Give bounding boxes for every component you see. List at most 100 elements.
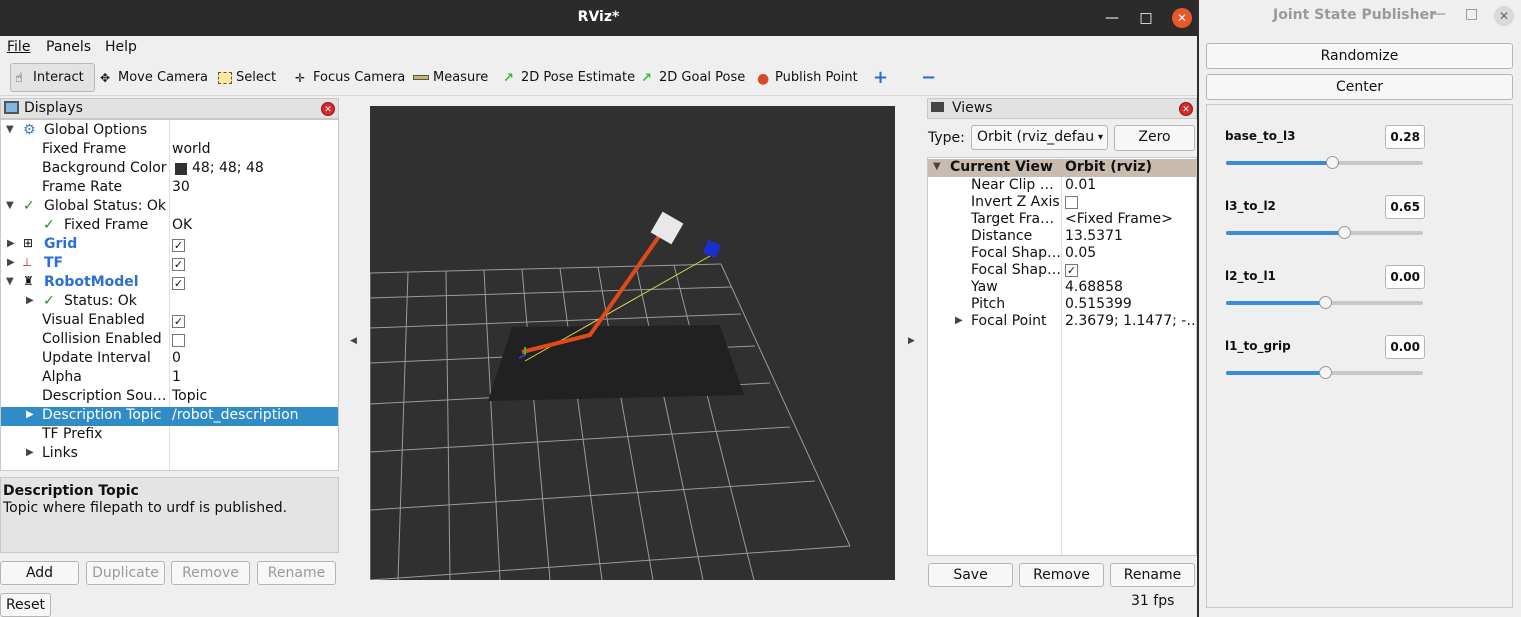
menu-file[interactable]: File <box>7 39 30 55</box>
tool-2d-pose-estimate[interactable]: ↗ 2D Pose Estimate <box>499 63 639 92</box>
value[interactable]: 48; 48; 48 <box>192 160 264 176</box>
tree-row-status-ok[interactable]: ▶ ✓ Status: Ok <box>1 293 338 312</box>
remove-view-button[interactable]: Remove <box>1019 563 1104 587</box>
tree-row-fixed-frame[interactable]: Fixed Frame world <box>1 141 338 160</box>
tree-row-alpha[interactable]: Alpha 1 <box>1 369 338 388</box>
expand-arrow-icon[interactable]: ▶ <box>26 409 34 420</box>
robotmodel-checkbox[interactable]: ✓ <box>172 277 185 290</box>
tree-row-background-color[interactable]: Background Color 48; 48; 48 <box>1 160 338 179</box>
tool-move-camera[interactable]: ✥ Move Camera <box>96 63 212 92</box>
duplicate-button[interactable]: Duplicate <box>86 561 165 585</box>
tf-checkbox[interactable]: ✓ <box>172 258 185 271</box>
tree-row-tf[interactable]: ▶ ⟂ TF ✓ <box>1 255 338 274</box>
close-icon[interactable]: ✕ <box>1494 6 1514 26</box>
view-prop-row[interactable]: Invert Z Axis <box>928 194 1196 211</box>
slider-thumb[interactable] <box>1318 366 1332 379</box>
value[interactable]: 13.5371 <box>1065 228 1123 244</box>
tool-focus-camera[interactable]: ✛ Focus Camera <box>291 63 409 92</box>
collapse-arrow-icon[interactable]: ▼ <box>933 161 941 172</box>
invert-z-checkbox[interactable] <box>1065 196 1078 209</box>
value[interactable]: /robot_description <box>172 407 299 423</box>
joint-slider[interactable] <box>1226 156 1423 169</box>
tool-select[interactable]: Select <box>214 63 280 92</box>
add-button[interactable]: Add <box>0 561 79 585</box>
center-button[interactable]: Center <box>1206 74 1513 100</box>
remove-display-button[interactable]: Remove <box>171 561 250 585</box>
view-prop-row[interactable]: Target Fra… <Fixed Frame> <box>928 211 1196 228</box>
expand-arrow-icon[interactable]: ▶ <box>7 257 15 268</box>
collapse-right-icon[interactable]: ▶ <box>908 336 915 346</box>
tool-interact[interactable]: ☝ Interact <box>10 63 95 92</box>
view-prop-row[interactable]: Focal Shap… 0.05 <box>928 245 1196 262</box>
scene-render[interactable] <box>369 106 895 581</box>
value[interactable]: 1 <box>172 369 181 385</box>
view-prop-row[interactable]: ▶ Focal Point 2.3679; 1.1477; -… <box>928 313 1196 330</box>
joint-value-input[interactable]: 0.00 <box>1385 335 1425 359</box>
value[interactable]: Topic <box>172 388 207 404</box>
tree-row-frame-rate[interactable]: Frame Rate 30 <box>1 179 338 198</box>
collapse-arrow-icon[interactable]: ▼ <box>6 124 14 135</box>
tree-row-visual-enabled[interactable]: Visual Enabled ✓ <box>1 312 338 331</box>
slider-thumb[interactable] <box>1338 226 1352 239</box>
view-prop-row[interactable]: Near Clip … 0.01 <box>928 177 1196 194</box>
grid-checkbox[interactable]: ✓ <box>172 239 185 252</box>
expand-arrow-icon[interactable]: ▶ <box>955 315 963 326</box>
rename-display-button[interactable]: Rename <box>257 561 336 585</box>
value[interactable]: 2.3679; 1.1477; -… <box>1065 313 1196 329</box>
collapse-left-icon[interactable]: ◀ <box>350 336 357 346</box>
joint-slider[interactable] <box>1226 226 1423 239</box>
save-view-button[interactable]: Save <box>928 563 1013 587</box>
expand-arrow-icon[interactable]: ▶ <box>26 447 34 458</box>
value[interactable]: world <box>172 141 211 157</box>
tree-row-global-options[interactable]: ▼ ⚙ Global Options <box>1 122 338 141</box>
tree-row-links[interactable]: ▶ Links <box>1 445 338 464</box>
tree-row-status-fixed-frame[interactable]: ✓ Fixed Frame OK <box>1 217 338 236</box>
tree-row-grid[interactable]: ▶ ⊞ Grid ✓ <box>1 236 338 255</box>
minimize-icon[interactable]: — <box>1432 6 1446 22</box>
joint-slider[interactable] <box>1226 296 1423 309</box>
reset-button[interactable]: Reset <box>0 593 51 617</box>
close-icon[interactable]: ✕ <box>1172 8 1192 28</box>
randomize-button[interactable]: Randomize <box>1206 43 1513 69</box>
slider-thumb[interactable] <box>1326 156 1340 169</box>
visual-enabled-checkbox[interactable]: ✓ <box>172 315 185 328</box>
maximize-icon[interactable]: □ <box>1136 8 1156 28</box>
tool-publish-point[interactable]: ● Publish Point <box>753 63 862 92</box>
view-type-select[interactable]: Orbit (rviz_defau ▾ <box>971 125 1108 150</box>
rename-view-button[interactable]: Rename <box>1110 563 1195 587</box>
collision-enabled-checkbox[interactable] <box>172 334 185 347</box>
add-tool-icon[interactable]: + <box>869 63 892 92</box>
tree-row-update-interval[interactable]: Update Interval 0 <box>1 350 338 369</box>
value[interactable]: 0.515399 <box>1065 296 1132 312</box>
value[interactable]: 30 <box>172 179 190 195</box>
3d-viewport[interactable] <box>369 106 895 581</box>
tree-row-description-source[interactable]: Description Sou… Topic <box>1 388 338 407</box>
view-prop-row[interactable]: Distance 13.5371 <box>928 228 1196 245</box>
zero-button[interactable]: Zero <box>1114 125 1195 151</box>
close-icon[interactable]: ✕ <box>1179 102 1193 116</box>
value[interactable]: <Fixed Frame> <box>1065 211 1173 227</box>
slider-thumb[interactable] <box>1318 296 1332 309</box>
tool-measure[interactable]: Measure <box>409 63 492 92</box>
minimize-icon[interactable]: — <box>1102 8 1122 28</box>
value[interactable]: 0.05 <box>1065 245 1096 261</box>
collapse-arrow-icon[interactable]: ▼ <box>6 200 14 211</box>
tree-row-description-topic[interactable]: ▶ Description Topic /robot_description <box>1 407 338 426</box>
color-swatch[interactable] <box>175 163 187 175</box>
focal-shape-checkbox[interactable]: ✓ <box>1065 264 1078 277</box>
view-prop-row[interactable]: Pitch 0.515399 <box>928 296 1196 313</box>
tool-2d-goal-pose[interactable]: ↗ 2D Goal Pose <box>637 63 749 92</box>
value[interactable]: 0 <box>172 350 181 366</box>
remove-tool-icon[interactable]: − <box>917 63 940 92</box>
value[interactable]: 0.01 <box>1065 177 1096 193</box>
tree-row-tf-prefix[interactable]: TF Prefix <box>1 426 338 445</box>
value[interactable]: 4.68858 <box>1065 279 1123 295</box>
current-view-row[interactable]: ▼ Current View Orbit (rviz) <box>928 159 1196 177</box>
view-prop-row[interactable]: Yaw 4.68858 <box>928 279 1196 296</box>
joint-value-input[interactable]: 0.28 <box>1385 125 1425 149</box>
joint-value-input[interactable]: 0.65 <box>1385 195 1425 219</box>
expand-arrow-icon[interactable]: ▶ <box>7 238 15 249</box>
tree-row-collision-enabled[interactable]: Collision Enabled <box>1 331 338 350</box>
tree-row-global-status[interactable]: ▼ ✓ Global Status: Ok <box>1 198 338 217</box>
joint-value-input[interactable]: 0.00 <box>1385 265 1425 289</box>
